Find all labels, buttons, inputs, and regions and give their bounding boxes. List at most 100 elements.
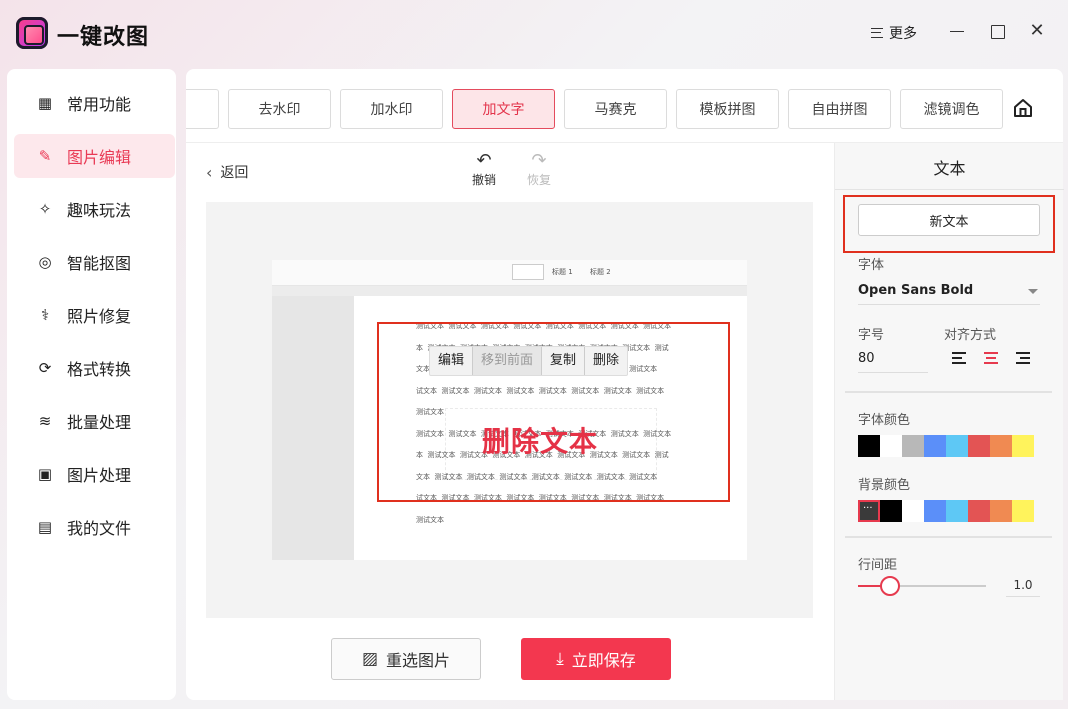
- sidebar-item-label: 常用功能: [67, 95, 132, 114]
- sidebar-item-label: 图片编辑: [67, 148, 132, 167]
- reselect-image-button[interactable]: ▨ 重选图片: [331, 638, 481, 680]
- color-swatch[interactable]: [858, 500, 880, 522]
- app-logo-icon: [16, 17, 48, 49]
- sidebar-item[interactable]: ✧ 趣味玩法: [14, 187, 175, 231]
- document-line: 测试文本: [416, 515, 444, 524]
- sidebar-item[interactable]: ▤ 我的文件: [14, 505, 175, 549]
- edit-icon: ✎: [38, 147, 52, 165]
- color-swatch[interactable]: [968, 500, 990, 522]
- title-bar: 一键改图 更多 ✕: [0, 0, 1068, 62]
- color-swatch[interactable]: [858, 435, 880, 457]
- color-swatch[interactable]: [902, 500, 924, 522]
- save-button[interactable]: ⤓ 立即保存: [521, 638, 671, 680]
- annotation-frame-new-text: [843, 195, 1055, 253]
- app-title: 一键改图: [57, 25, 150, 50]
- target-icon: ◎: [38, 253, 52, 271]
- sidebar-item[interactable]: ≋ 批量处理: [14, 399, 175, 443]
- undo-button[interactable]: ↶ 撤销: [469, 151, 499, 188]
- line-height-label: 行间距: [858, 558, 898, 573]
- tool-tabs: 去水印 加水印 加文字 马赛克 模板拼图 自由拼图 滤镜调色: [186, 69, 1063, 143]
- annotation-frame-canvas: [377, 322, 730, 502]
- bg-color-label: 背景颜色: [858, 478, 911, 493]
- home-icon[interactable]: [1012, 97, 1034, 119]
- font-select[interactable]: Open Sans Bold: [858, 279, 1040, 305]
- color-swatch[interactable]: [924, 500, 946, 522]
- tab[interactable]: 去水印: [228, 89, 331, 129]
- font-size-input[interactable]: 80: [858, 347, 928, 373]
- save-label: 立即保存: [571, 651, 636, 670]
- tab[interactable]: 加水印: [340, 89, 443, 129]
- panel-separator: [845, 536, 1052, 538]
- sidebar-item-label: 趣味玩法: [67, 201, 132, 220]
- grid-icon: ▦: [37, 94, 53, 112]
- back-button[interactable]: ‹ 返回: [206, 162, 248, 182]
- more-menu-label: 更多: [889, 26, 917, 42]
- tab[interactable]: 滤镜调色: [900, 89, 1003, 129]
- undo-label: 撤销: [471, 173, 496, 187]
- maximize-button[interactable]: [988, 22, 1006, 40]
- document-ribbon: 标题 1 标题 2: [272, 260, 747, 286]
- sparkle-icon: ✧: [38, 200, 52, 218]
- sidebar-item-label: 我的文件: [67, 519, 132, 538]
- color-swatch[interactable]: [968, 435, 990, 457]
- undo-icon: ↶: [476, 150, 492, 171]
- tab[interactable]: 加文字: [452, 89, 555, 129]
- sidebar-item[interactable]: ◎ 智能抠图: [14, 240, 175, 284]
- layers-icon: ≋: [38, 412, 52, 430]
- redo-icon: ↷: [531, 150, 547, 171]
- color-swatch[interactable]: [946, 500, 968, 522]
- sidebar-item[interactable]: ▦ 常用功能: [14, 81, 175, 125]
- back-label: 返回: [220, 165, 249, 181]
- sidebar: ▦ 常用功能 ✎ 图片编辑 ✧ 趣味玩法 ◎ 智能抠图 ⚕ 照片修复 ⟳ 格式转换 ≋ 批量处理 ▣ 图片处理…: [7, 69, 176, 700]
- minimize-button[interactable]: [948, 22, 966, 40]
- align-left-button[interactable]: [952, 352, 968, 366]
- bg-color-swatches: [858, 500, 1034, 522]
- convert-icon: ⟳: [38, 359, 52, 377]
- color-swatch[interactable]: [902, 435, 924, 457]
- panel-separator: [845, 391, 1052, 393]
- file-icon: ▤: [37, 518, 53, 536]
- color-swatch[interactable]: [1012, 500, 1034, 522]
- repair-icon: ⚕: [40, 306, 50, 324]
- sidebar-item-label: 图片处理: [67, 466, 132, 485]
- image-icon: ▣: [37, 465, 53, 483]
- download-icon: ⤓: [556, 649, 564, 669]
- document-ruler: [272, 286, 747, 296]
- main-panel: 去水印 加水印 加文字 马赛克 模板拼图 自由拼图 滤镜调色 ‹ 返回 ↶ 撤销 ↷ 恢复 …: [186, 69, 1064, 700]
- sidebar-item[interactable]: ⟳ 格式转换: [14, 346, 175, 390]
- sidebar-item[interactable]: ▣ 图片处理: [14, 452, 175, 496]
- menu-icon: [871, 28, 883, 38]
- more-menu-button[interactable]: 更多: [871, 23, 917, 43]
- align-label: 对齐方式: [944, 328, 997, 343]
- line-height-slider-handle[interactable]: [880, 576, 900, 596]
- ribbon-style-box: [512, 264, 544, 280]
- color-swatch[interactable]: [946, 435, 968, 457]
- tab[interactable]: 自由拼图: [788, 89, 891, 129]
- color-swatch[interactable]: [924, 435, 946, 457]
- redo-button[interactable]: ↷ 恢复: [524, 151, 554, 188]
- sidebar-item-label: 照片修复: [67, 307, 132, 326]
- sidebar-item[interactable]: ✎ 图片编辑: [14, 134, 175, 178]
- tab[interactable]: 模板拼图: [676, 89, 779, 129]
- tab-partial[interactable]: [186, 89, 219, 129]
- sidebar-item-label: 智能抠图: [67, 254, 132, 273]
- tab[interactable]: 马赛克: [564, 89, 667, 129]
- font-label: 字体: [858, 258, 885, 273]
- color-swatch[interactable]: [990, 435, 1012, 457]
- align-center-button[interactable]: [984, 352, 1000, 366]
- panel-divider: [835, 189, 1064, 190]
- close-icon[interactable]: ✕: [1028, 22, 1046, 40]
- align-right-button[interactable]: [1016, 352, 1032, 366]
- sidebar-item-label: 格式转换: [67, 360, 132, 379]
- reselect-label: 重选图片: [386, 651, 451, 670]
- color-swatch[interactable]: [990, 500, 1012, 522]
- panel-title: 文本: [933, 159, 966, 178]
- sidebar-item[interactable]: ⚕ 照片修复: [14, 293, 175, 337]
- color-swatch[interactable]: [880, 435, 902, 457]
- line-height-value[interactable]: 1.0: [1006, 575, 1040, 597]
- color-swatch[interactable]: [880, 500, 902, 522]
- size-label: 字号: [858, 328, 885, 343]
- chevron-down-icon: [1028, 289, 1038, 294]
- font-value: Open Sans Bold: [858, 283, 974, 298]
- color-swatch[interactable]: [1012, 435, 1034, 457]
